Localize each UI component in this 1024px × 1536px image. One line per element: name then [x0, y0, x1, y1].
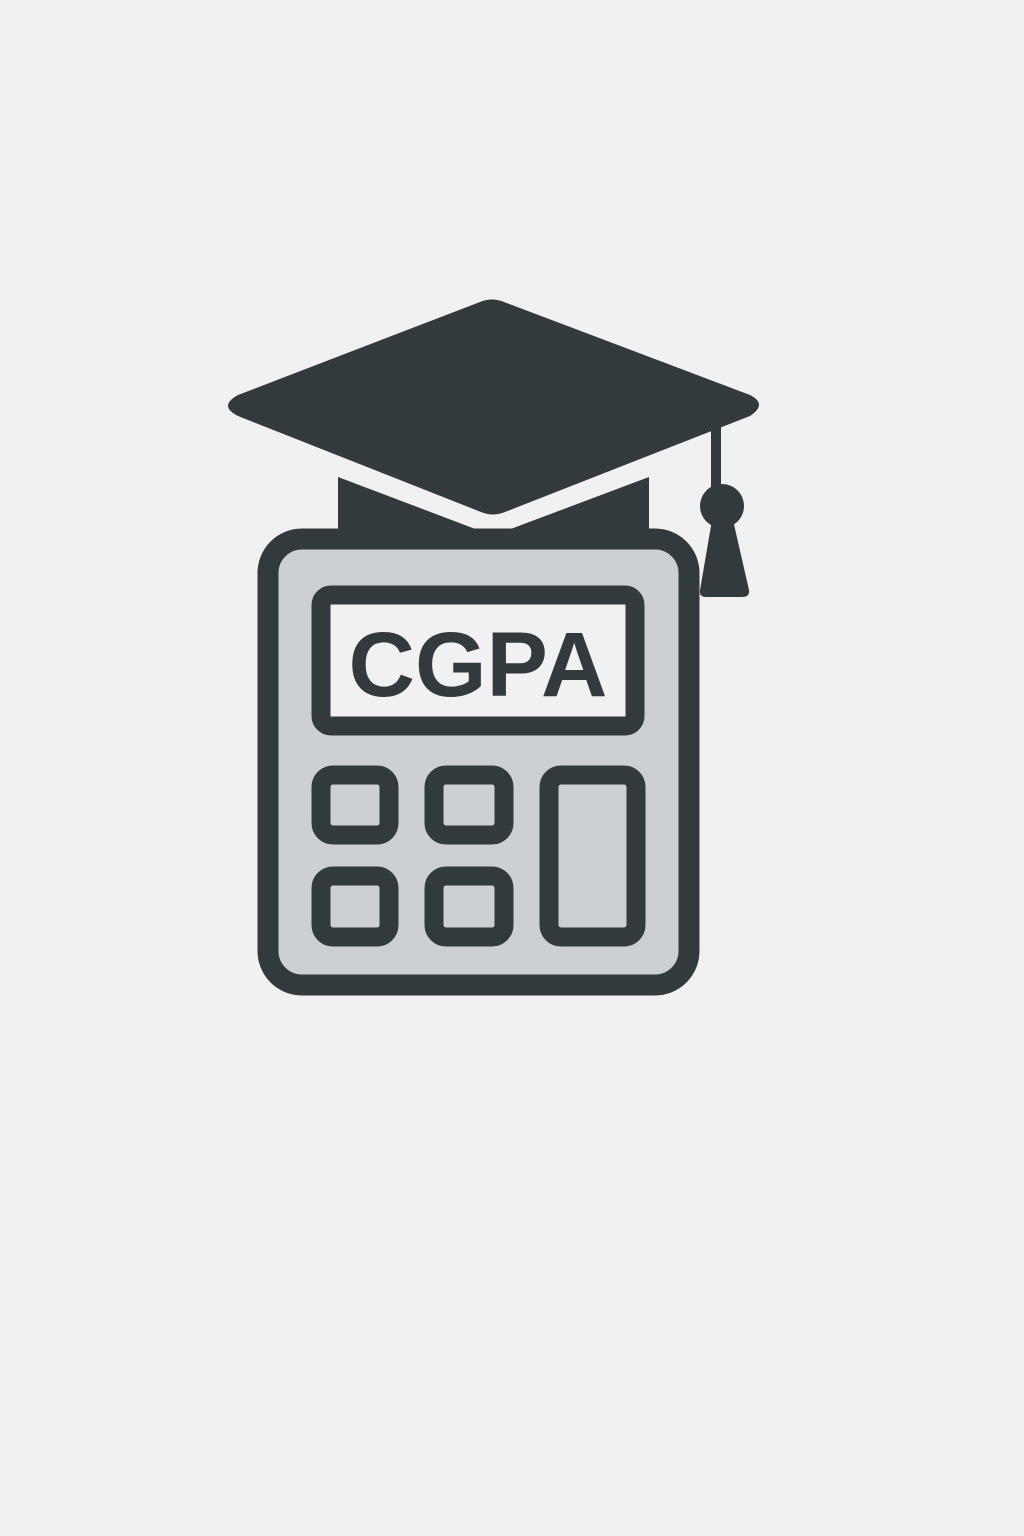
calculator-key-4 — [424, 866, 514, 947]
display-label: CGPA — [349, 614, 608, 716]
calculator-key-1 — [311, 765, 399, 845]
page-canvas: CGPA — [0, 0, 1024, 1536]
cap-tassel-fringe — [699, 520, 750, 597]
calculator-icon: CGPA — [257, 528, 700, 996]
cgpa-calculator-logo: CGPA — [228, 299, 759, 996]
calculator-key-3 — [311, 866, 399, 947]
calculator-key-2 — [424, 765, 514, 845]
cap-board — [228, 299, 759, 515]
calculator-key-tall — [539, 765, 646, 947]
